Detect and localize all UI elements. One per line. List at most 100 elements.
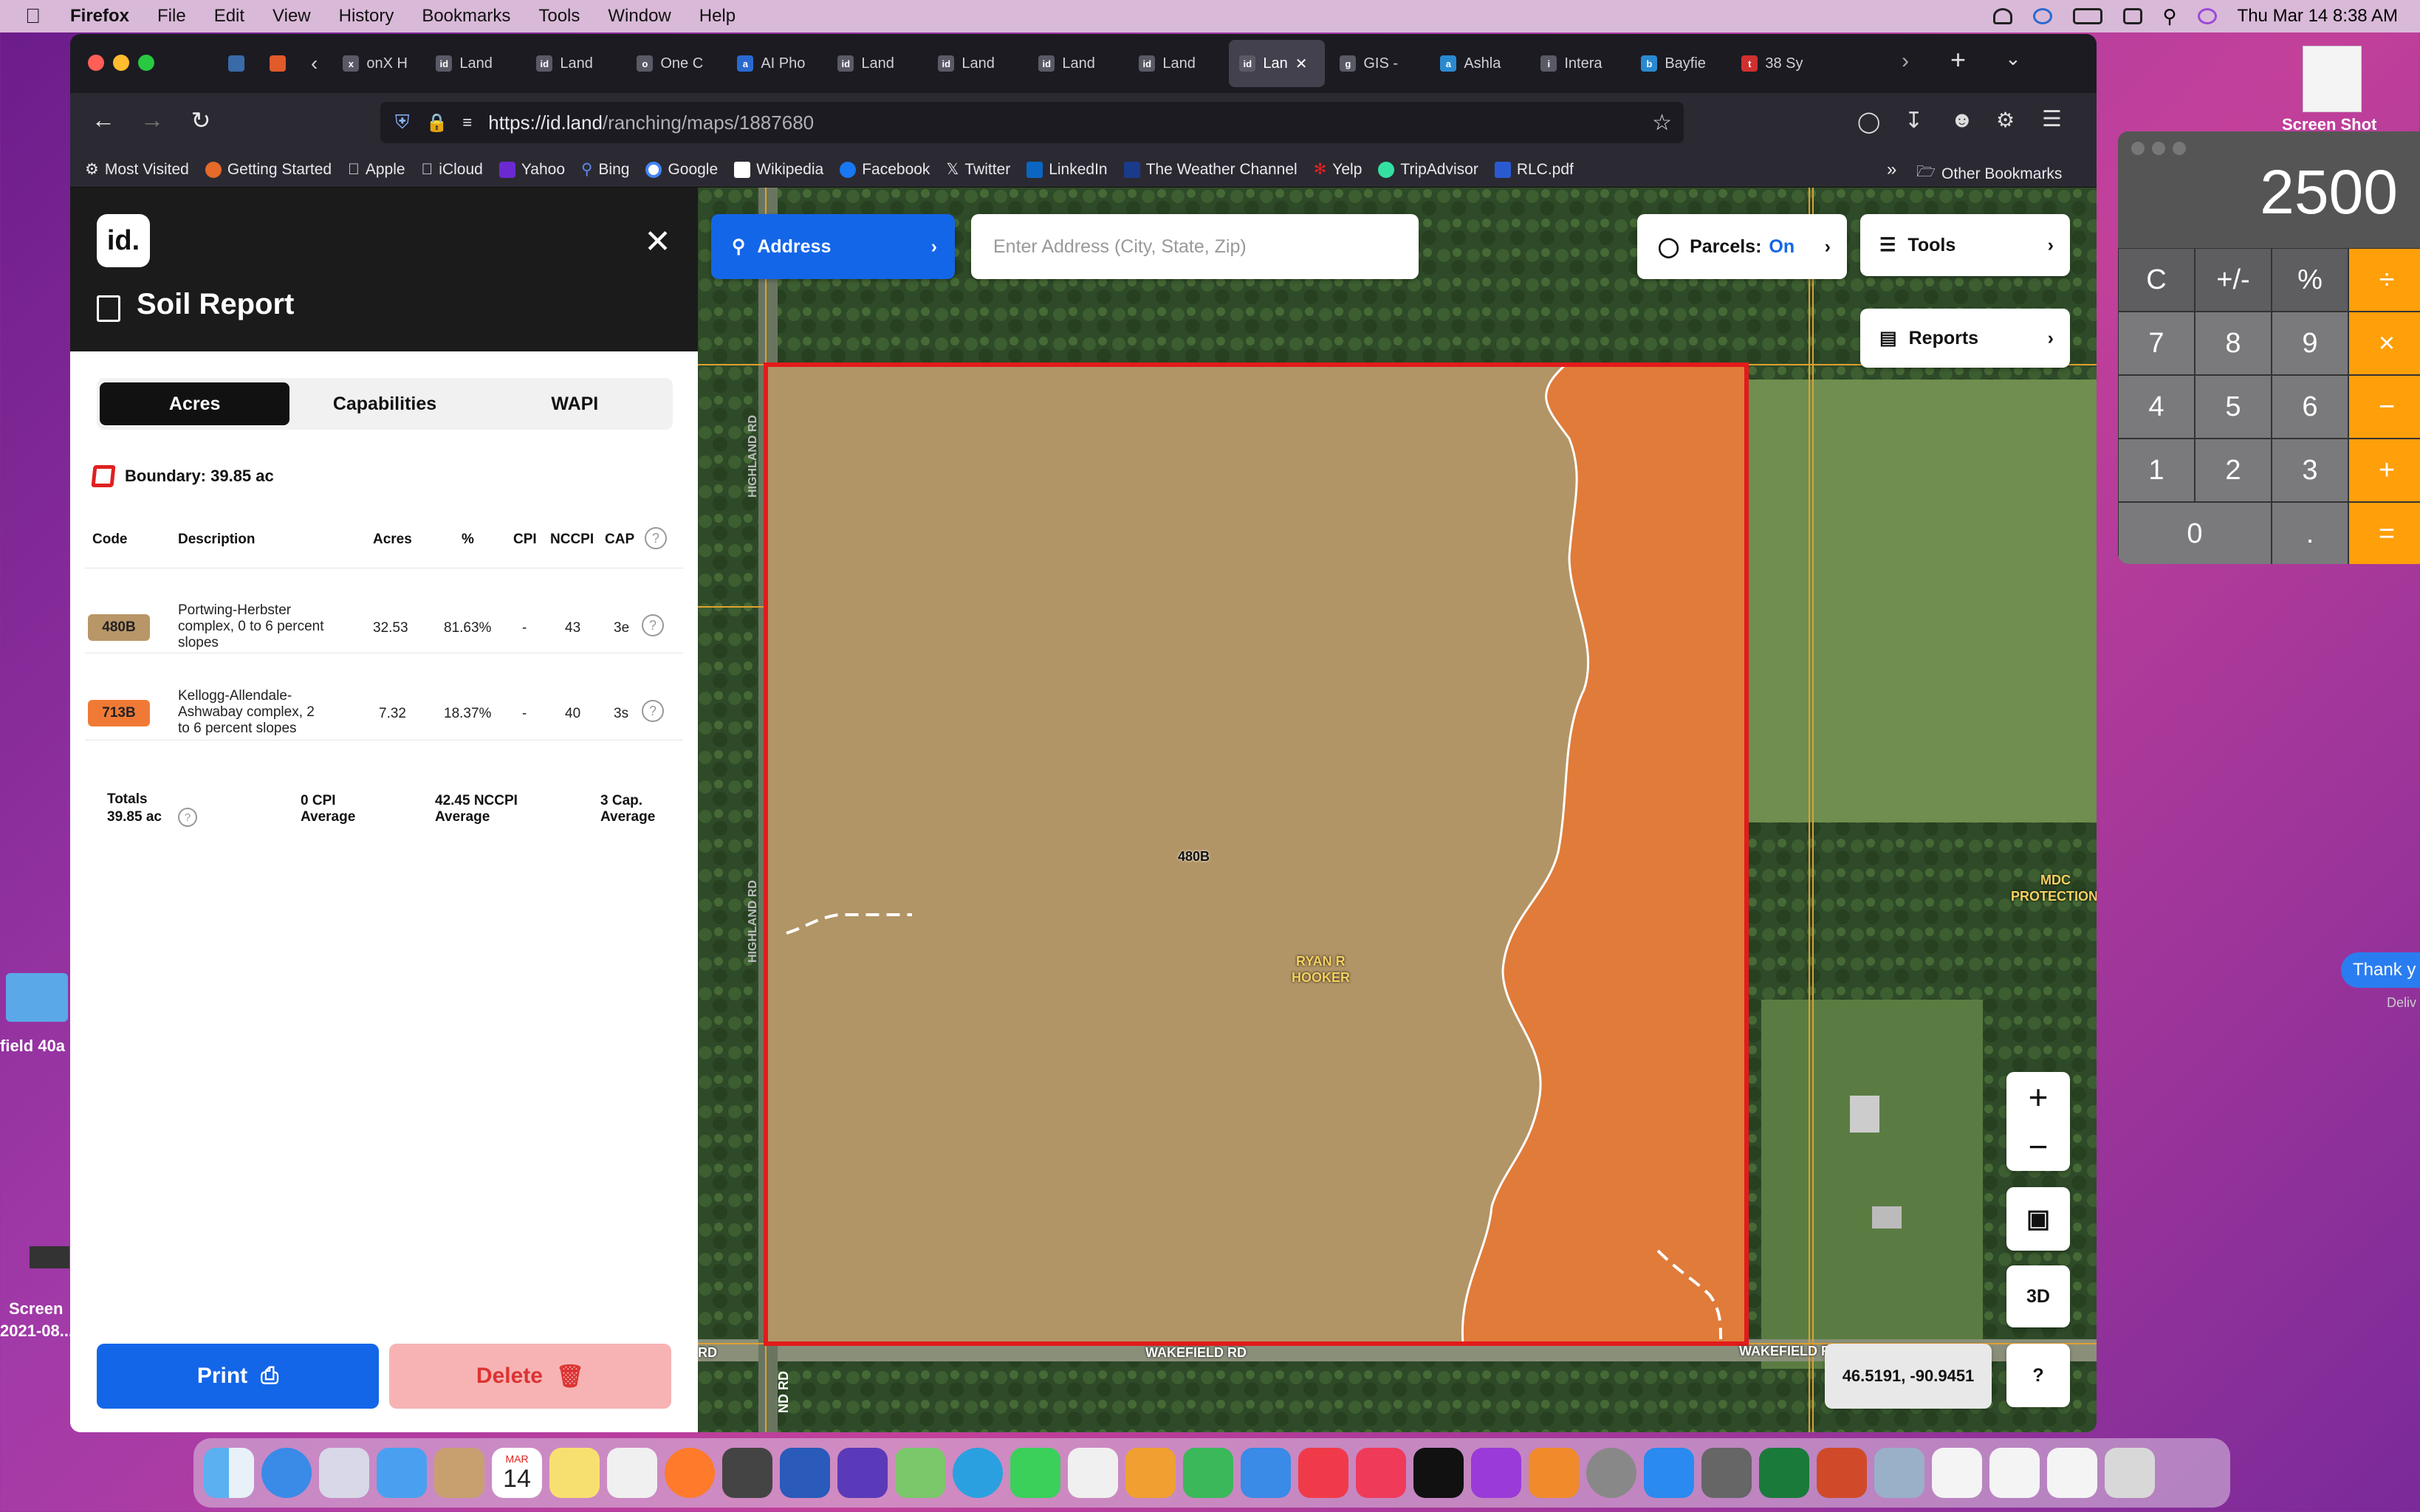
tab[interactable]: a Ashla <box>1430 40 1526 87</box>
tools-button[interactable]: ☰ Tools › <box>1860 214 2070 276</box>
powerpoint-icon[interactable] <box>1817 1448 1867 1498</box>
menu-file[interactable]: File <box>157 6 186 27</box>
menu-tools[interactable]: Tools <box>538 6 580 27</box>
calc-key-9[interactable]: 9 <box>2272 312 2348 375</box>
new-tab-button[interactable]: + <box>1950 44 1966 75</box>
document-icon[interactable] <box>1932 1448 1982 1498</box>
news-icon[interactable] <box>1298 1448 1348 1498</box>
close-tab-icon[interactable]: ✕ <box>1295 55 1308 73</box>
menu-help[interactable]: Help <box>699 6 736 27</box>
mail-icon[interactable] <box>377 1448 427 1498</box>
help-icon[interactable]: ? <box>645 527 667 549</box>
tab-scroll-left[interactable]: ‹ <box>301 40 328 87</box>
downloads-icon[interactable]: ↧ <box>1905 108 1923 134</box>
control-center-icon[interactable] <box>2122 8 2142 24</box>
bookmark-weather[interactable]: The Weather Channel <box>1123 161 1298 179</box>
app-store-icon[interactable] <box>1644 1448 1694 1498</box>
numbers-icon[interactable] <box>1183 1448 1233 1498</box>
calc-key-decimal[interactable]: . <box>2272 502 2348 564</box>
calc-key-2[interactable]: 2 <box>2195 439 2272 502</box>
menu-history[interactable]: History <box>339 6 394 27</box>
zoom-in-button[interactable]: + <box>2029 1077 2049 1117</box>
wifi-icon[interactable] <box>1992 8 2012 24</box>
safari-icon[interactable] <box>261 1448 312 1498</box>
screenshot-app-icon[interactable] <box>1701 1448 1752 1498</box>
tv-icon[interactable] <box>1413 1448 1464 1498</box>
bookmark-tripadvisor[interactable]: TripAdvisor <box>1378 161 1478 179</box>
bookmark-yelp[interactable]: ✻ Yelp <box>1314 160 1362 179</box>
pinned-tab-2[interactable] <box>259 40 296 87</box>
tab[interactable]: g GIS - <box>1329 40 1425 87</box>
pocket-icon[interactable]: ◯ <box>1857 109 1880 134</box>
calculator-icon[interactable] <box>722 1448 772 1498</box>
pages-icon[interactable] <box>1125 1448 1176 1498</box>
delete-button[interactable]: Delete 🗑 <box>389 1344 671 1409</box>
imovie-icon[interactable] <box>837 1448 888 1498</box>
calc-key-1[interactable]: 1 <box>2118 439 2195 502</box>
parcels-toggle[interactable]: ◯ Parcels: On › <box>1637 214 1847 279</box>
bookmark-twitter[interactable]: 𝕏 Twitter <box>946 160 1010 179</box>
help-icon[interactable]: ? <box>642 614 664 636</box>
tab[interactable]: t 38 Sy <box>1731 40 1827 87</box>
tab[interactable]: id Land <box>526 40 622 87</box>
close-panel-icon[interactable]: ✕ <box>644 223 671 261</box>
calc-close-button[interactable] <box>2131 142 2145 155</box>
bookmark-bing[interactable]: ⚲ Bing <box>581 160 629 179</box>
tab[interactable]: id Land <box>1028 40 1124 87</box>
messages-icon[interactable] <box>1010 1448 1060 1498</box>
address-search-input[interactable]: Enter Address (City, State, Zip) <box>971 214 1419 279</box>
system-preferences-icon[interactable] <box>1586 1448 1636 1498</box>
reports-button[interactable]: ▤ Reports › <box>1860 309 2070 368</box>
address-button[interactable]: ⚲ Address › <box>711 214 955 279</box>
id-land-logo[interactable]: id. <box>97 214 150 267</box>
clock[interactable]: Thu Mar 14 8:38 AM <box>2238 6 2398 27</box>
menu-edit[interactable]: Edit <box>214 6 244 27</box>
launchpad-icon[interactable] <box>319 1448 369 1498</box>
firefox-icon[interactable] <box>665 1448 715 1498</box>
apple-menu-icon[interactable]:  <box>25 4 41 28</box>
zoom-out-button[interactable]: − <box>2029 1127 2049 1166</box>
maps-icon[interactable] <box>895 1448 945 1498</box>
fit-bounds-button[interactable]: ▣ <box>2006 1187 2070 1251</box>
calc-key-3[interactable]: 3 <box>2272 439 2348 502</box>
bookmark-rlc-pdf[interactable]: RLC.pdf <box>1494 161 1574 179</box>
folder-icon[interactable] <box>6 973 68 1022</box>
tab[interactable]: id Land <box>928 40 1024 87</box>
account-icon[interactable]: ☻ <box>1950 108 1974 133</box>
bookmark-google[interactable]: Google <box>645 161 718 179</box>
siri-icon[interactable] <box>2197 8 2217 24</box>
calc-key-0[interactable]: 0 <box>2118 502 2272 564</box>
back-button[interactable]: ← <box>79 106 128 134</box>
tab-active[interactable]: id Lan ✕ <box>1229 40 1326 87</box>
permissions-icon[interactable]: ≡ <box>462 113 472 132</box>
tab[interactable]: x onX H <box>332 40 421 87</box>
map-view[interactable]: 480B RYAN R HOOKER MDC PROTECTION HIGHLA… <box>698 188 2097 1432</box>
forward-button[interactable]: → <box>128 106 176 134</box>
help-icon[interactable]: ? <box>642 700 664 722</box>
bookmark-most-visited[interactable]: ⚙ Most Visited <box>85 160 189 179</box>
pinned-tab-1[interactable] <box>218 40 255 87</box>
3d-toggle-button[interactable]: 3D <box>2006 1265 2070 1327</box>
lock-icon[interactable]: 🔒 <box>426 112 448 134</box>
extensions-icon[interactable]: ⚙ <box>1996 108 2015 132</box>
print-button[interactable]: Print ⎙ <box>97 1344 379 1409</box>
tab-acres[interactable]: Acres <box>100 382 290 425</box>
screenshot-thumbnail[interactable] <box>2303 46 2362 112</box>
other-bookmarks[interactable]: 🗁 Other Bookmarks <box>1916 161 2062 187</box>
calc-minimize-button[interactable] <box>2152 142 2165 155</box>
tab-wapi[interactable]: WAPI <box>480 382 670 425</box>
calc-key-sign[interactable]: +/- <box>2195 248 2272 312</box>
bookmark-facebook[interactable]: Facebook <box>840 161 930 179</box>
calc-key-divide[interactable]: ÷ <box>2348 248 2420 312</box>
screen-thumbnail[interactable] <box>30 1246 69 1268</box>
bookmark-icloud[interactable]: iCloud <box>422 161 483 179</box>
minimize-window-button[interactable] <box>113 55 129 71</box>
calc-key-7[interactable]: 7 <box>2118 312 2195 375</box>
calc-key-4[interactable]: 4 <box>2118 375 2195 439</box>
tab[interactable]: o One C <box>626 40 722 87</box>
battery-icon[interactable] <box>2072 8 2102 24</box>
keynote-icon[interactable] <box>1241 1448 1291 1498</box>
bookmark-star-icon[interactable]: ☆ <box>1652 110 1672 136</box>
finder-icon[interactable] <box>204 1448 254 1498</box>
url-bar[interactable]: ⛨ 🔒 ≡ https://id.land/ranching/maps/1887… <box>380 102 1684 143</box>
